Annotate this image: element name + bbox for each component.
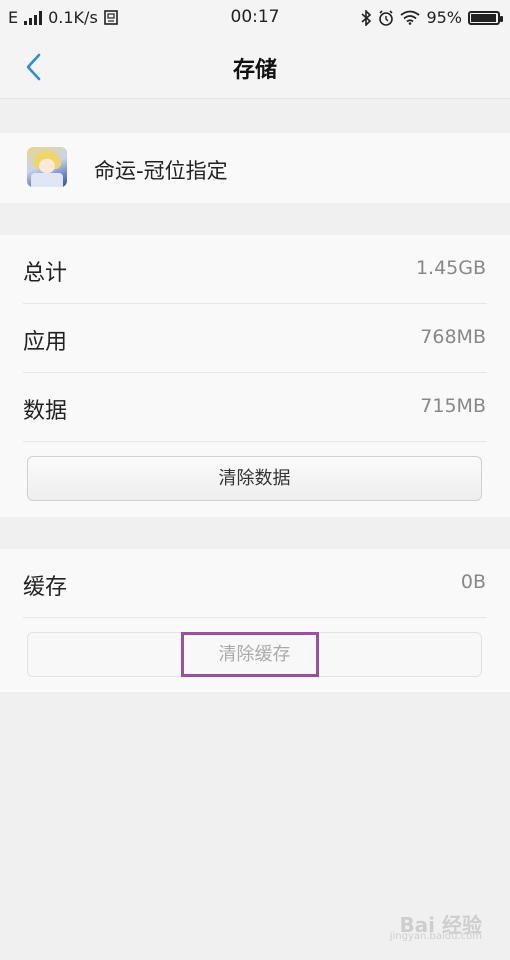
battery-icon (468, 10, 503, 25)
baidu-watermark-logo: Bai 经验 jingyan.baidu.com (390, 909, 482, 942)
row-label: 总计 (23, 261, 68, 286)
row-label: 缓存 (23, 575, 68, 600)
storage-row-app: 应用 768MB (0, 304, 510, 372)
divider (23, 617, 487, 618)
divider (23, 441, 487, 442)
watermark-sub: jingyan.baidu.com (389, 931, 482, 942)
app-name: 命运-冠位指定 (94, 159, 228, 183)
page-title: 存储 (232, 58, 277, 83)
clear-data-button[interactable]: 清除数据 (27, 456, 482, 501)
app-info-row: 命运-冠位指定 (0, 133, 510, 203)
cache-row: 缓存 0B (0, 549, 510, 617)
wifi-icon (400, 10, 420, 25)
nav-bar: 存储 (0, 36, 510, 99)
row-label: 数据 (23, 399, 68, 424)
highlight-annotation (181, 632, 319, 677)
storage-row-data: 数据 715MB (0, 373, 510, 441)
row-value: 768MB (420, 326, 486, 348)
row-value: 1.45GB (415, 257, 486, 279)
row-label: 应用 (23, 330, 68, 355)
app-icon (27, 147, 67, 187)
bluetooth-icon (361, 9, 372, 26)
battery-fill (471, 13, 496, 22)
storage-card: 总计 1.45GB 应用 768MB 数据 715MB 清除数据 (0, 235, 510, 517)
row-value: 0B (460, 571, 486, 593)
row-value: 715MB (420, 395, 486, 417)
status-right: 95% (360, 8, 503, 27)
storage-row-total: 总计 1.45GB (0, 235, 510, 303)
alarm-icon (379, 9, 394, 26)
status-bar: E 0.1K/s 00:17 95% (0, 0, 510, 36)
battery-percent: 95% (426, 8, 462, 27)
